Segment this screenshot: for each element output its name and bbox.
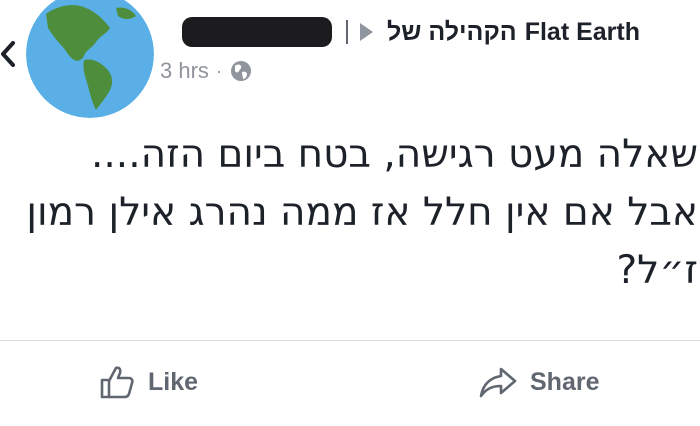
post-meta: 3 hrs ·: [160, 56, 253, 86]
globe-icon[interactable]: [229, 59, 253, 83]
earth-globe-icon: [26, 0, 154, 118]
like-label: Like: [148, 367, 199, 396]
group-name-link[interactable]: Flat Earth: [525, 18, 640, 47]
post-timestamp[interactable]: 3 hrs: [160, 58, 209, 84]
post-body: שאלה מעט רגישה, בטח ביום הזה.... אבל אם …: [0, 126, 698, 300]
group-avatar[interactable]: [26, 0, 154, 118]
group-prefix: הקהילה של: [386, 17, 517, 46]
share-button[interactable]: Share: [478, 355, 599, 409]
share-arrow-icon: [479, 367, 517, 398]
post-line-1: שאלה מעט רגישה, בטח ביום הזה....: [91, 132, 698, 177]
triangle-right-icon: [359, 23, 373, 41]
share-label: Share: [530, 367, 600, 396]
post-line-2: אבל אם אין חלל אז ממה נהרג אילן רמון: [26, 190, 698, 235]
post-line-3: ז״ל?: [616, 248, 698, 293]
header-divider: [345, 20, 348, 44]
actions-divider: [0, 340, 700, 341]
thumbs-up-icon: [100, 366, 134, 399]
post-header: הקהילה של Flat Earth: [181, 14, 640, 50]
chevron-left-icon[interactable]: [0, 40, 16, 68]
meta-separator: ·: [215, 60, 222, 81]
like-button[interactable]: Like: [98, 355, 198, 409]
redacted-author-name: [181, 17, 332, 47]
